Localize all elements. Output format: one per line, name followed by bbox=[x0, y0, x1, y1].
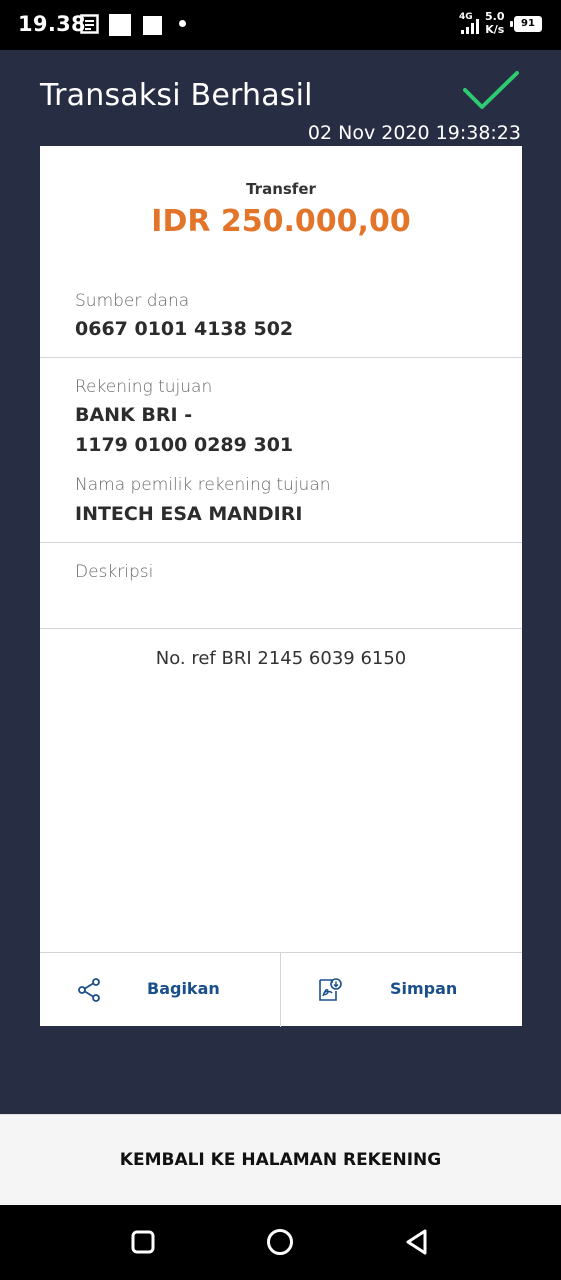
pdf-download-icon bbox=[319, 978, 342, 1001]
destination-label: Rekening tujuan bbox=[75, 377, 213, 397]
divider bbox=[40, 357, 522, 358]
transaction-timestamp: 02 Nov 2020 19:38:23 bbox=[307, 122, 521, 144]
transaction-type: Transfer bbox=[246, 180, 316, 198]
back-to-account-button[interactable]: KEMBALI KE HALAMAN REKENING bbox=[0, 1115, 561, 1206]
description-label: Deskripsi bbox=[75, 562, 154, 582]
divider bbox=[40, 542, 522, 543]
battery-level: 91 bbox=[521, 18, 535, 29]
network-speed: 5.0 K/s bbox=[485, 10, 505, 36]
destination-bank: BANK BRI - bbox=[75, 404, 193, 426]
source-label: Sumber dana bbox=[75, 291, 190, 311]
receipt-card: Transfer IDR 250.000,00 Sumber dana 0667… bbox=[40, 146, 523, 1027]
recent-apps-icon[interactable] bbox=[126, 1225, 160, 1259]
speed-unit: K/s bbox=[485, 23, 505, 36]
battery-icon: 91 bbox=[510, 16, 542, 32]
owner-name: INTECH ESA MANDIRI bbox=[75, 503, 303, 525]
page-title: Transaksi Berhasil bbox=[40, 78, 313, 113]
transaction-amount: IDR 250.000,00 bbox=[151, 204, 411, 239]
bottom-bar: KEMBALI KE HALAMAN REKENING bbox=[0, 1114, 561, 1205]
home-icon[interactable] bbox=[263, 1225, 297, 1259]
status-time: 19.38 bbox=[18, 12, 86, 36]
status-bar: 19.38 4G 5.0 K/s 91 bbox=[0, 0, 561, 50]
reference-number: No. ref BRI 2145 6039 6150 bbox=[155, 648, 407, 669]
network-type: 4G bbox=[459, 12, 473, 22]
action-bar: Bagikan Simpan bbox=[40, 952, 523, 1027]
save-label: Simpan bbox=[390, 979, 458, 998]
save-button[interactable]: Simpan bbox=[282, 953, 523, 1027]
destination-account: 1179 0100 0289 301 bbox=[75, 434, 294, 456]
system-nav-bar bbox=[0, 1205, 561, 1280]
divider bbox=[40, 628, 522, 629]
notification-icon bbox=[80, 14, 99, 34]
owner-label: Nama pemilik rekening tujuan bbox=[75, 475, 331, 495]
signal-4g-icon: 4G bbox=[459, 12, 479, 34]
source-account: 0667 0101 4138 502 bbox=[75, 318, 294, 340]
share-label: Bagikan bbox=[147, 979, 220, 998]
more-notifications-dot-icon bbox=[179, 20, 186, 27]
share-icon bbox=[78, 978, 100, 1002]
notification-square-icon bbox=[143, 16, 162, 35]
checkmark-icon bbox=[463, 71, 519, 109]
back-icon[interactable] bbox=[400, 1225, 434, 1259]
share-button[interactable]: Bagikan bbox=[40, 953, 281, 1027]
notification-square-icon bbox=[109, 14, 131, 36]
speed-value: 5.0 bbox=[485, 10, 505, 23]
